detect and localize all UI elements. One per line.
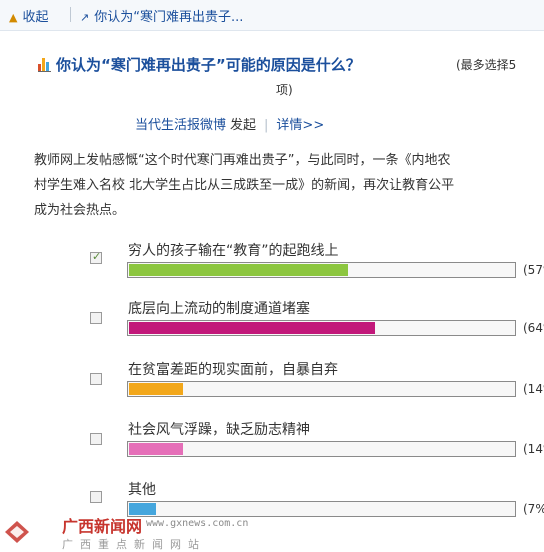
collapse-link[interactable]: ▲ 收起 — [9, 6, 48, 25]
breadcrumb-label: 你认为“寒门难再出贵子... — [94, 10, 244, 25]
result-bar-fill — [129, 322, 375, 334]
intro-line: 村学生难入名校 北大学生占比从三成跌至一成》的新闻，再次让教育公平 — [34, 178, 455, 193]
gxnews-logo-icon — [5, 521, 29, 543]
option-checkbox[interactable] — [90, 373, 102, 385]
poll-source-row: 当代生活报微博 发起 | 详情>> — [135, 114, 324, 133]
max-select-note-continued: 项) — [276, 83, 293, 97]
result-bar-track — [127, 381, 516, 397]
option-checkbox[interactable] — [90, 491, 102, 503]
collapse-label: 收起 — [22, 10, 49, 25]
poll-chart-icon — [38, 58, 52, 72]
option-percent: (7%) — [523, 502, 544, 516]
checkmark-icon: ✓ — [92, 250, 102, 263]
result-bar-track — [127, 441, 516, 457]
source-suffix: 发起 — [230, 118, 257, 133]
option-label: 社会风气浮躁，缺乏励志精神 — [128, 422, 310, 438]
source-separator: | — [264, 118, 269, 133]
watermark-title: 广西新闻网 — [62, 517, 143, 536]
site-watermark: 广西新闻网 www.gxnews.com.cn 广西重点新闻网站 — [0, 512, 290, 551]
max-select-note: (最多选择5 — [456, 58, 517, 72]
option-label: 在贫富差距的现实面前，自暴自弃 — [128, 362, 338, 378]
intro-line: 成为社会热点。 — [34, 203, 126, 218]
poll-question: 你认为“寒门难再出贵子”可能的原因是什么？ — [56, 56, 361, 74]
result-bar-track — [127, 262, 516, 278]
poll-breadcrumb-link[interactable]: ↗ 你认为“寒门难再出贵子... — [80, 6, 243, 25]
option-percent: (14%) — [523, 442, 544, 456]
option-percent: (14%) — [523, 382, 544, 396]
option-checkbox[interactable] — [90, 312, 102, 324]
option-percent: (64%) — [523, 321, 544, 335]
intro-line: 教师网上发帖感慨“这个时代寒门再难出贵子”，与此同时，一条《内地农 — [34, 153, 451, 168]
top-bar: ▲ 收起 ↗ 你认为“寒门难再出贵子... — [0, 0, 544, 31]
poll-option: 底层向上流动的制度通道堵塞 (64%) — [90, 298, 544, 348]
topbar-divider — [70, 7, 71, 22]
result-bar-track — [127, 320, 516, 336]
option-checkbox[interactable]: ✓ — [90, 250, 102, 264]
option-checkbox[interactable] — [90, 433, 102, 445]
option-label: 穷人的孩子输在“教育”的起跑线上 — [128, 243, 339, 259]
watermark-url: www.gxnews.com.cn — [146, 518, 249, 529]
poll-option: 社会风气浮躁，缺乏励志精神 (14%) — [90, 419, 544, 469]
source-link[interactable]: 当代生活报微博 — [135, 118, 226, 133]
option-label: 底层向上流动的制度通道堵塞 — [128, 301, 310, 317]
result-bar-fill — [129, 264, 348, 276]
arrow-northeast-icon: ↗ — [80, 11, 90, 24]
result-bar-fill — [129, 443, 183, 455]
details-link[interactable]: 详情>> — [276, 118, 324, 133]
option-percent: (57%) — [523, 263, 544, 277]
poll-option: 在贫富差距的现实面前，自暴自弃 (14%) — [90, 359, 544, 409]
result-bar-fill — [129, 383, 183, 395]
poll-intro: 教师网上发帖感慨“这个时代寒门再难出贵子”，与此同时，一条《内地农 村学生难入名… — [34, 148, 529, 223]
poll-option: ✓ 穷人的孩子输在“教育”的起跑线上 (57%) — [90, 240, 544, 290]
option-label: 其他 — [128, 482, 156, 498]
arrow-up-icon: ▲ — [9, 11, 18, 24]
